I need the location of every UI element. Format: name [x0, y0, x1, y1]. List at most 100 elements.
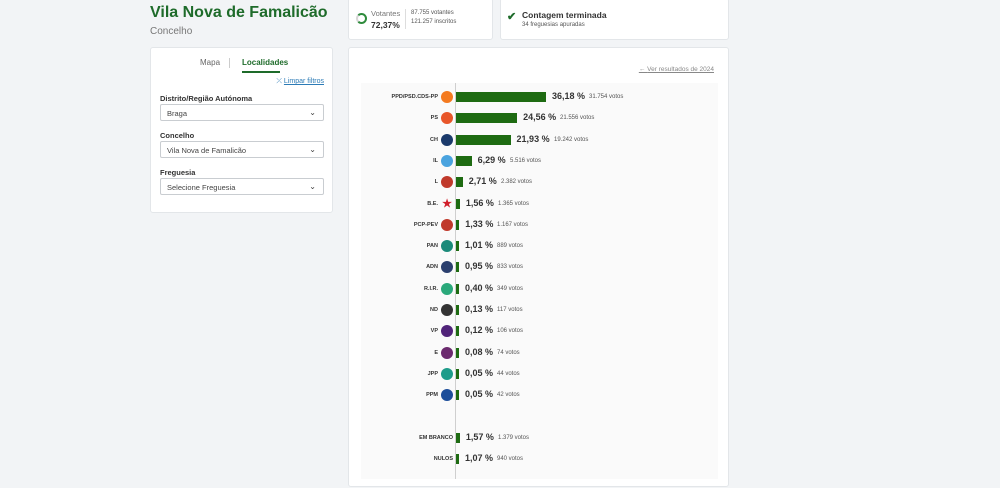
result-votes: 1.379 votos	[498, 434, 530, 441]
party-name: R.I.R.	[423, 285, 438, 292]
count-status-card: ✔ Contagem terminada 34 freguesias apura…	[500, 0, 729, 40]
result-votes: 2.382 votos	[501, 179, 533, 186]
result-row: PPM 0,05 % 42 votos	[361, 387, 718, 403]
result-percent: 1,07 %	[465, 452, 494, 463]
results-chart: PPD/PSD.CDS-PP 36,18 % 31.754 votos PS 24,56…	[361, 83, 718, 479]
chevron-down-icon: ⌄	[309, 108, 316, 117]
active-tab-indicator	[242, 71, 280, 73]
result-row: IL 6,29 % 5.516 votos	[361, 153, 718, 169]
divider	[405, 9, 406, 29]
voters-count: 87.755 votantes	[411, 10, 454, 16]
clear-filters-link[interactable]: ⤫ Limpar filtros	[276, 78, 324, 86]
il-logo-icon	[441, 154, 453, 167]
district-value: Braga	[167, 109, 188, 118]
result-votes: 106 votos	[497, 328, 524, 335]
pan-logo-icon	[441, 240, 453, 253]
result-percent: 36,18 %	[552, 91, 586, 101]
result-row: R.I.R. 0,40 % 349 votos	[361, 281, 718, 297]
result-percent: 0,95 %	[465, 261, 494, 272]
municipality-select[interactable]: Vila Nova de Famalicão ⌄	[160, 141, 324, 158]
result-votes: 349 votos	[497, 285, 524, 292]
result-percent: 0,08 %	[465, 346, 494, 357]
result-bar	[456, 326, 459, 337]
parish-select[interactable]: Selecione Freguesia ⌄	[160, 178, 324, 195]
result-bar	[456, 113, 518, 124]
tab-localities[interactable]: Localidades	[242, 58, 288, 67]
parish-value: Selecione Freguesia	[167, 183, 236, 192]
count-status-title: Contagem terminada	[522, 10, 607, 20]
result-votes: 1.167 votos	[497, 221, 529, 228]
result-row: ADN 0,95 % 833 votos	[361, 259, 718, 275]
voters-card: Votantes 72,37% 87.755 votantes 121.257 …	[348, 0, 493, 40]
district-select[interactable]: Braga ⌄	[160, 104, 324, 121]
ppm-logo-icon	[441, 389, 453, 402]
result-bar	[456, 198, 460, 209]
filter-panel: Mapa Localidades ⤫ Limpar filtros Distrit…	[150, 47, 333, 213]
result-row: PS 24,56 % 21.556 votos	[361, 110, 718, 126]
ergue-te-logo-icon	[441, 346, 453, 359]
result-bar	[456, 432, 460, 443]
party-name: VP	[430, 328, 438, 335]
result-bar	[456, 92, 546, 102]
result-votes: 44 votos	[497, 370, 520, 377]
result-percent: 21,93 %	[516, 133, 550, 144]
result-percent: 6,29 %	[477, 154, 506, 165]
party-name: PPD/PSD.CDS-PP	[391, 94, 438, 100]
party-name: B.E.	[427, 200, 438, 207]
previous-results-link[interactable]: ← Ver resultados de 2024	[639, 66, 714, 73]
rir-logo-icon	[441, 282, 453, 295]
result-row: PAN 1,01 % 889 votos	[361, 238, 718, 254]
result-row: NULOS 1,07 % 940 votos	[361, 451, 718, 467]
result-row: VP 0,12 % 106 votos	[361, 323, 718, 339]
tab-map[interactable]: Mapa	[200, 58, 220, 67]
result-votes: 31.754 votos	[589, 94, 624, 100]
district-label: Distrito/Região Autónoma	[160, 94, 253, 103]
party-name: IL	[433, 157, 438, 164]
result-row: EM BRANCO 1,57 % 1.379 votos	[361, 430, 718, 446]
count-status-subtitle: 34 freguesias apuradas	[522, 22, 585, 28]
party-name: EM BRANCO	[419, 434, 453, 441]
result-bar	[456, 390, 459, 401]
result-votes: 74 votos	[497, 349, 520, 356]
check-icon: ✔	[507, 11, 517, 23]
results-panel: ← Ver resultados de 2024 PPD/PSD.CDS-PP 3…	[348, 47, 729, 487]
result-percent: 1,33 %	[465, 218, 494, 229]
adn-logo-icon	[441, 261, 453, 274]
result-bar	[456, 134, 511, 145]
result-votes: 19.242 votos	[554, 136, 589, 143]
volt-logo-icon	[441, 325, 453, 338]
result-votes: 889 votos	[497, 243, 524, 250]
result-bar	[456, 177, 463, 188]
result-percent: 0,13 %	[465, 304, 494, 314]
result-bar	[456, 368, 459, 379]
livre-logo-icon	[441, 176, 453, 189]
close-icon: ⤫	[276, 78, 282, 85]
page-subtitle: Concelho	[150, 26, 193, 37]
municipality-value: Vila Nova de Famalicão	[167, 146, 247, 155]
result-votes: 5.516 votos	[510, 157, 542, 164]
turnout-percent: 72,37%	[371, 20, 400, 30]
result-bar	[456, 155, 472, 166]
registered-count: 121.257 inscritos	[411, 19, 457, 25]
result-row: B.E. ★ 1,56 % 1.365 votos	[361, 196, 718, 212]
party-name: PS	[430, 115, 438, 122]
ps-logo-icon	[441, 112, 453, 125]
result-percent: 1,01 %	[465, 240, 494, 251]
result-votes: 21.556 votos	[560, 115, 595, 122]
cdu-logo-icon	[441, 218, 453, 231]
party-name: L	[434, 179, 438, 186]
result-bar	[456, 453, 459, 464]
municipality-label: Concelho	[160, 131, 195, 140]
result-percent: 0,05 %	[465, 367, 494, 378]
be-star-logo-icon: ★	[442, 197, 452, 210]
result-percent: 0,40 %	[465, 282, 494, 293]
result-bar	[456, 219, 460, 230]
result-bar	[456, 305, 459, 315]
result-percent: 0,05 %	[465, 389, 494, 400]
party-name: PAN	[426, 243, 438, 250]
result-votes: 117 votos	[497, 307, 523, 313]
result-row: PPD/PSD.CDS-PP 36,18 % 31.754 votos	[361, 89, 718, 105]
result-percent: 0,12 %	[465, 325, 494, 336]
tab-divider	[229, 58, 230, 68]
result-percent: 24,56 %	[523, 112, 557, 123]
